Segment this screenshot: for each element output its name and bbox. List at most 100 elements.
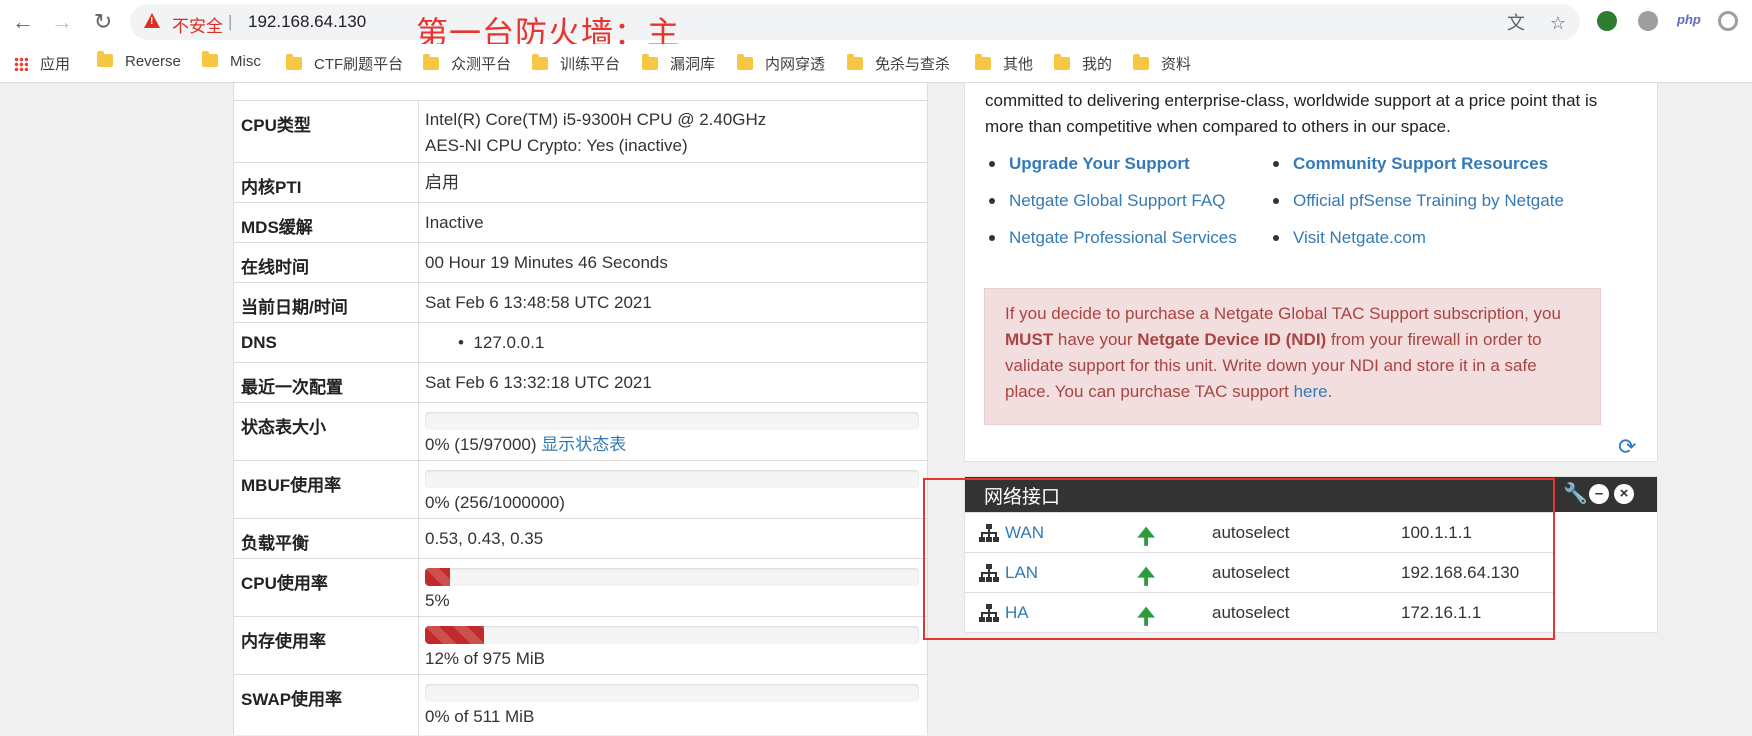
mbuf-progress (425, 470, 919, 488)
cpu-usage-value: 5% (425, 591, 450, 610)
folder-icon (423, 54, 439, 70)
folder-icon (847, 54, 863, 70)
row-mds: MDS缓解 Inactive (234, 202, 927, 243)
mds-value: Inactive (425, 213, 484, 232)
back-arrow-icon[interactable]: ← (11, 10, 35, 34)
mds-label: MDS缓解 (241, 218, 313, 237)
security-status[interactable]: 不安全 (172, 12, 223, 37)
support-faq-link[interactable]: Netgate Global Support FAQ (985, 182, 1237, 219)
extension-php-icon[interactable]: php (1677, 12, 1701, 27)
dns-value: • 127.0.0.1 (458, 333, 545, 352)
bookmark-folder[interactable]: 资料 (1133, 53, 1191, 74)
reload-icon[interactable]: ↻ (91, 10, 115, 34)
row-swap: SWAP使用率 0% of 511 MiB (234, 674, 927, 736)
star-bookmark-icon[interactable]: ☆ (1548, 13, 1568, 33)
browser-toolbar: ← → ↻ ! 不安全 | 192.168.64.130 文 ☆ 第一台防火墙：… (0, 0, 1752, 52)
kernel-pti-value: 启用 (425, 173, 459, 192)
support-links-left: Upgrade Your Support Netgate Global Supp… (985, 145, 1237, 256)
last-config-label: 最近一次配置 (241, 378, 343, 397)
bookmark-folder[interactable]: 免杀与查杀 (847, 53, 950, 74)
folder-icon (975, 54, 991, 70)
annotation-highlight-box (923, 478, 1555, 640)
tac-alert: If you decide to purchase a Netgate Glob… (984, 288, 1601, 425)
warning-triangle-icon: ! (144, 13, 160, 28)
mbuf-label: MBUF使用率 (241, 476, 342, 495)
bookmark-folder[interactable]: 内网穿透 (737, 53, 825, 74)
purchase-tac-link[interactable]: here (1294, 382, 1328, 401)
datetime-label: 当前日期/时间 (241, 298, 348, 317)
minimize-icon[interactable]: – (1589, 484, 1609, 504)
address-bar[interactable]: ! 不安全 | 192.168.64.130 文 ☆ (130, 4, 1580, 40)
folder-icon (202, 51, 218, 67)
extension-green-icon[interactable] (1597, 11, 1617, 31)
bookmark-folder[interactable]: 众测平台 (423, 53, 511, 74)
folder-icon (1054, 54, 1070, 70)
datetime-value: Sat Feb 6 13:48:58 UTC 2021 (425, 293, 652, 312)
memory-progress-fill (425, 626, 485, 644)
swap-label: SWAP使用率 (241, 690, 343, 709)
uptime-value: 00 Hour 19 Minutes 46 Seconds (425, 253, 668, 272)
cpu-crypto-value: AES-NI CPU Crypto: Yes (inactive) (425, 136, 688, 155)
folder-icon (286, 54, 302, 70)
memory-value: 12% of 975 MiB (425, 649, 546, 668)
cpu-type-label: CPU类型 (241, 116, 311, 135)
visit-netgate-link[interactable]: Visit Netgate.com (1269, 219, 1564, 256)
refresh-icon[interactable]: ⟳ (1618, 434, 1636, 460)
load-label: 负载平衡 (241, 534, 309, 553)
cpu-usage-label: CPU使用率 (241, 574, 328, 593)
bookmark-apps[interactable]: 应用 (14, 53, 70, 74)
forward-arrow-icon[interactable]: → (50, 10, 74, 34)
bookmark-folder[interactable]: 训练平台 (532, 53, 620, 74)
load-value: 0.53, 0.43, 0.35 (425, 529, 544, 548)
apps-grid-icon (14, 57, 28, 71)
bookmark-folder[interactable]: CTF刷题平台 (286, 53, 403, 74)
row-uptime: 在线时间 00 Hour 19 Minutes 46 Seconds (234, 242, 927, 283)
last-config-value: Sat Feb 6 13:32:18 UTC 2021 (425, 373, 652, 392)
row-datetime: 当前日期/时间 Sat Feb 6 13:48:58 UTC 2021 (234, 282, 927, 323)
show-states-link[interactable]: 显示状态表 (541, 435, 626, 454)
url-text[interactable]: 192.168.64.130 (248, 12, 366, 32)
close-icon[interactable]: × (1614, 484, 1634, 504)
row-cpu-usage: CPU使用率 5% (234, 558, 927, 617)
bookmark-folder[interactable]: Reverse (97, 51, 181, 70)
bookmark-folder[interactable]: 漏洞库 (642, 53, 715, 74)
bookmark-folder[interactable]: 我的 (1054, 53, 1112, 74)
uptime-label: 在线时间 (241, 258, 309, 277)
cpu-usage-progress (425, 568, 919, 586)
swap-value: 0% of 511 MiB (425, 707, 535, 726)
bookmarks-bar: 应用 Reverse Misc CTF刷题平台 众测平台 训练平台 漏洞库 内网… (0, 44, 1752, 83)
training-link[interactable]: Official pfSense Training by Netgate (1269, 182, 1564, 219)
upgrade-support-link[interactable]: Upgrade Your Support (985, 145, 1237, 182)
profile-icon[interactable] (1718, 11, 1738, 31)
row-load: 负载平衡 0.53, 0.43, 0.35 (234, 518, 927, 559)
folder-icon (1133, 54, 1149, 70)
professional-services-link[interactable]: Netgate Professional Services (985, 219, 1237, 256)
row-state-table: 状态表大小 0% (15/97000) 显示状态表 (234, 402, 927, 461)
folder-icon (97, 51, 113, 67)
mbuf-value: 0% (256/1000000) (425, 493, 565, 512)
cpu-type-value: Intel(R) Core(TM) i5-9300H CPU @ 2.40GHz (425, 110, 767, 129)
dns-label: DNS (241, 333, 277, 352)
wrench-icon[interactable]: 🔧 (1563, 484, 1588, 504)
community-resources-link[interactable]: Community Support Resources (1269, 145, 1564, 182)
row-cpu-type: CPU类型 Intel(R) Core(TM) i5-9300H CPU @ 2… (234, 100, 927, 163)
state-table-value: 0% (15/97000) (425, 435, 537, 454)
row-dns: DNS • 127.0.0.1 (234, 322, 927, 363)
row-last-config: 最近一次配置 Sat Feb 6 13:32:18 UTC 2021 (234, 362, 927, 403)
support-intro: committed to delivering enterprise-class… (985, 91, 1598, 136)
row-mbuf: MBUF使用率 0% (256/1000000) (234, 460, 927, 519)
state-table-label: 状态表大小 (241, 418, 326, 437)
row-memory: 内存使用率 12% of 975 MiB (234, 616, 927, 675)
netgate-support-panel: committed to delivering enterprise-class… (964, 83, 1658, 462)
translate-icon[interactable]: 文 (1506, 13, 1526, 33)
extension-gear-icon[interactable] (1638, 11, 1658, 31)
folder-icon (737, 54, 753, 70)
memory-label: 内存使用率 (241, 632, 326, 651)
folder-icon (642, 54, 658, 70)
system-info-panel: CPU类型 Intel(R) Core(TM) i5-9300H CPU @ 2… (233, 83, 928, 736)
bookmark-folder[interactable]: 其他 (975, 53, 1033, 74)
bookmark-folder[interactable]: Misc (202, 51, 261, 70)
state-table-progress (425, 412, 919, 430)
memory-progress (425, 626, 919, 644)
cpu-usage-progress-fill (425, 568, 450, 586)
